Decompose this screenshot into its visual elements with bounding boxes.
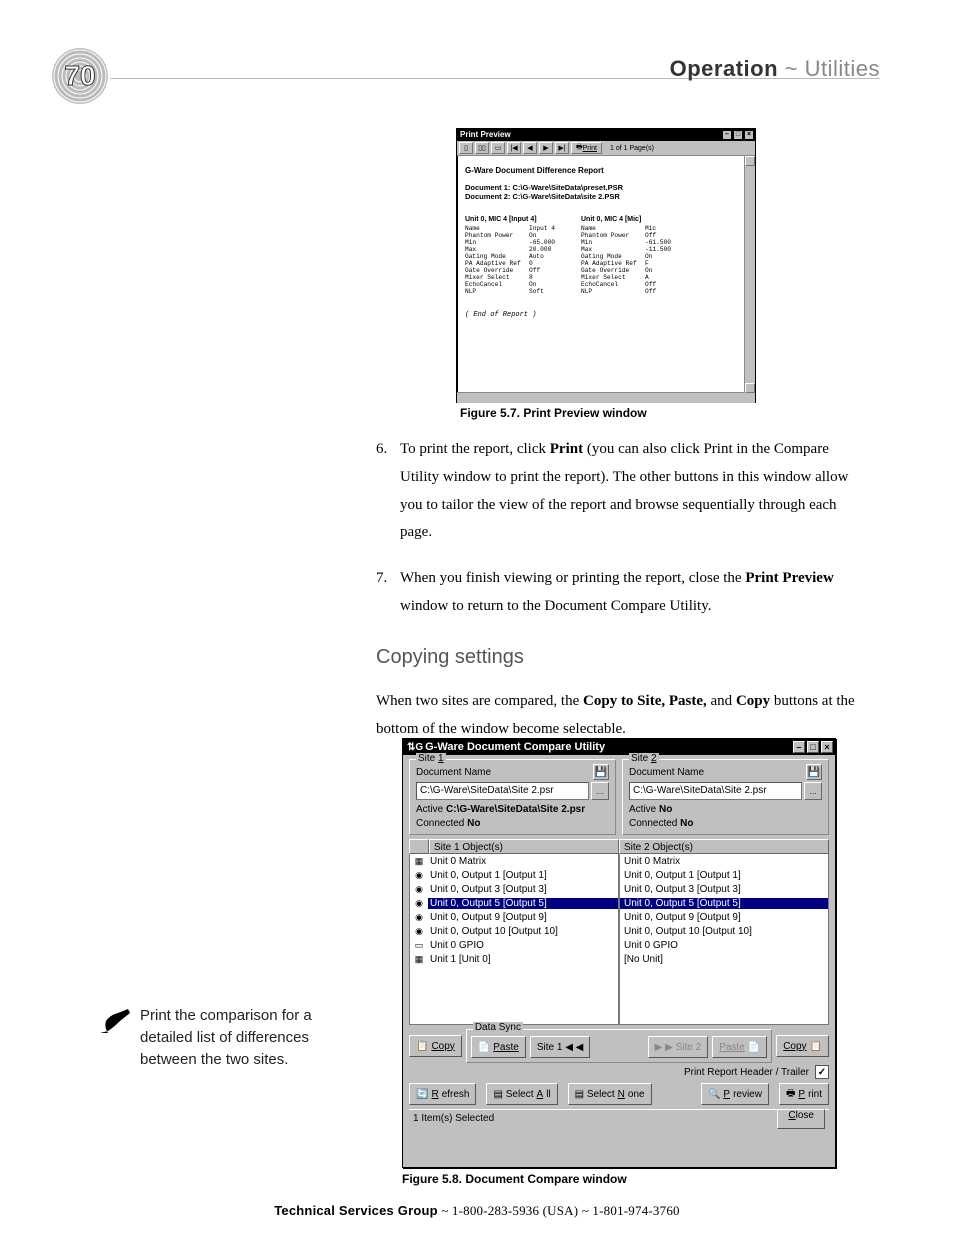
margin-note: Print the comparison for a detailed list… xyxy=(98,1005,358,1070)
doc2-path: Document 2: C:\G-Ware\SiteData\site 2.PS… xyxy=(465,192,747,201)
site2-path-input[interactable]: C:\G-Ware\SiteData\Site 2.psr xyxy=(629,782,802,800)
figure-caption-5-8: Figure 5.8. Document Compare window xyxy=(402,1172,627,1186)
site2-sync-button[interactable]: ▶ ▶ Site 2 xyxy=(648,1036,709,1058)
page-title: Operation ~ Utilities xyxy=(670,56,880,82)
window-titlebar[interactable]: Print Preview – □ × xyxy=(457,129,755,141)
doc-name-label: Document Name xyxy=(629,767,704,778)
site1-sync-button[interactable]: Site 1 ◀ ◀ xyxy=(530,1036,591,1058)
site2-panel: Site 2 Document Name 💾 C:\G-Ware\SiteDat… xyxy=(622,759,829,835)
save-icon[interactable]: 💾 xyxy=(806,764,822,780)
end-of-report: ( End of Report ) xyxy=(465,311,747,319)
print-header-trailer-label: Print Report Header / Trailer xyxy=(684,1067,809,1078)
site1-path-input[interactable]: C:\G-Ware\SiteData\Site 2.psr xyxy=(416,782,589,800)
horizontal-scrollbar[interactable] xyxy=(457,392,745,403)
site1-panel: Site 1 Document Name 💾 C:\G-Ware\SiteDat… xyxy=(409,759,616,835)
step-number: 6. xyxy=(376,436,400,547)
body-text: 6. To print the report, click Print (you… xyxy=(376,436,866,639)
zoom-fit-icon[interactable]: ▭ xyxy=(491,142,505,154)
list-item[interactable]: ◉Unit 0, Output 5 [Output 5] xyxy=(410,896,618,910)
last-page-icon[interactable]: ▶| xyxy=(555,142,569,154)
data-sync-legend: Data Sync xyxy=(473,1022,523,1033)
list-item[interactable]: ▦Unit 0 Matrix xyxy=(410,854,618,868)
list-item[interactable]: ◉Unit 0, Output 1 [Output 1] xyxy=(410,868,618,882)
preview-canvas: G-Ware Document Difference Report Docume… xyxy=(457,156,755,403)
refresh-button[interactable]: 🔄 Refresh xyxy=(409,1083,476,1105)
prev-page-icon[interactable]: ◀ xyxy=(523,142,537,154)
maximize-icon[interactable]: □ xyxy=(807,741,819,753)
site2-objects-header[interactable]: Site 2 Object(s) xyxy=(619,839,829,854)
site2-list: Site 2 Object(s) Unit 0 MatrixUnit 0, Ou… xyxy=(619,839,829,1025)
col-left-heading: Unit 0, MIC 4 [Input 4] xyxy=(465,216,555,223)
print-preview-window: Print Preview – □ × ▯ ▯▯ ▭ |◀ ◀ ▶ ▶| 🖶 P… xyxy=(456,128,756,403)
list-item[interactable]: Unit 0 Matrix xyxy=(620,854,828,868)
compare-window: ⇅GG-Ware Document Compare Utility – □ × … xyxy=(402,738,836,1168)
list-item[interactable]: Unit 0, Output 1 [Output 1] xyxy=(620,868,828,882)
report-title: G-Ware Document Difference Report xyxy=(465,166,747,175)
close-icon[interactable]: × xyxy=(821,741,833,753)
zoom-two-icon[interactable]: ▯▯ xyxy=(475,142,489,154)
doc1-path: Document 1: C:\G-Ware\SiteData\preset.PS… xyxy=(465,183,747,192)
toolbar: ▯ ▯▯ ▭ |◀ ◀ ▶ ▶| 🖶 Print 1 of 1 Page(s) xyxy=(457,141,755,156)
print-header-trailer-checkbox[interactable]: ✓ xyxy=(815,1065,829,1079)
close-button[interactable]: Close xyxy=(777,1109,825,1129)
list-item[interactable]: Unit 0, Output 5 [Output 5] xyxy=(620,896,828,910)
data-sync-group: Data Sync 📄 Paste Site 1 ◀ ◀ ▶ ▶ Site 2 … xyxy=(466,1029,772,1063)
list-item[interactable]: ◉Unit 0, Output 10 [Output 10] xyxy=(410,924,618,938)
window-title: Print Preview xyxy=(460,130,511,139)
margin-note-text: Print the comparison for a detailed list… xyxy=(140,1005,358,1070)
paste-right-button[interactable]: Paste 📄 xyxy=(712,1036,767,1058)
page-count-label: 1 of 1 Page(s) xyxy=(610,145,654,152)
status-text: 1 Item(s) Selected xyxy=(413,1113,494,1124)
site1-objects-header[interactable]: Site 1 Object(s) xyxy=(429,839,619,854)
paste-left-button[interactable]: 📄 Paste xyxy=(471,1036,526,1058)
select-all-button[interactable]: ▤ Select All xyxy=(486,1083,557,1105)
page-number-badge: 70 xyxy=(52,48,108,104)
list-item[interactable]: ▦Unit 1 [Unit 0] xyxy=(410,952,618,966)
list-item[interactable]: Unit 0, Output 10 [Output 10] xyxy=(620,924,828,938)
print-button[interactable]: 🖶 Print xyxy=(779,1083,829,1105)
list-item[interactable]: ▭Unit 0 GPIO xyxy=(410,938,618,952)
browse-button[interactable]: … xyxy=(804,782,822,800)
icon-column-header[interactable] xyxy=(409,839,429,854)
next-page-icon[interactable]: ▶ xyxy=(539,142,553,154)
list-item[interactable]: Unit 0, Output 9 [Output 9] xyxy=(620,910,828,924)
preview-button[interactable]: 🔍 Preview xyxy=(701,1083,769,1105)
list-item[interactable]: Unit 0 GPIO xyxy=(620,938,828,952)
list-item[interactable]: Unit 0, Output 3 [Output 3] xyxy=(620,882,828,896)
list-item[interactable]: ◉Unit 0, Output 3 [Output 3] xyxy=(410,882,618,896)
step-number: 7. xyxy=(376,565,400,621)
col-right-heading: Unit 0, MIC 4 [Mic] xyxy=(581,216,671,223)
doc-name-label: Document Name xyxy=(416,767,491,778)
list-item[interactable]: ◉Unit 0, Output 9 [Output 9] xyxy=(410,910,618,924)
select-none-button[interactable]: ▤ Select None xyxy=(568,1083,652,1105)
subheading: Copying settings xyxy=(376,646,524,669)
window-title: G-Ware Document Compare Utility xyxy=(425,741,605,753)
browse-button[interactable]: … xyxy=(591,782,609,800)
save-icon[interactable]: 💾 xyxy=(593,764,609,780)
copy-left-button[interactable]: 📋 Copy xyxy=(409,1035,462,1057)
site1-list: Site 1 Object(s) ▦Unit 0 Matrix◉Unit 0, … xyxy=(409,839,619,1025)
minimize-icon[interactable]: – xyxy=(722,130,732,140)
zoom-whole-icon[interactable]: ▯ xyxy=(459,142,473,154)
print-button[interactable]: 🖶 Print xyxy=(571,142,602,154)
window-titlebar[interactable]: ⇅GG-Ware Document Compare Utility – □ × xyxy=(403,739,835,755)
figure-caption-5-7: Figure 5.7. Print Preview window xyxy=(460,406,647,420)
close-icon[interactable]: × xyxy=(744,130,754,140)
intro-paragraph: When two sites are compared, the Copy to… xyxy=(376,688,866,744)
hand-write-icon xyxy=(98,1007,132,1035)
copy-right-button[interactable]: Copy 📋 xyxy=(776,1035,829,1057)
first-page-icon[interactable]: |◀ xyxy=(507,142,521,154)
maximize-icon[interactable]: □ xyxy=(733,130,743,140)
minimize-icon[interactable]: – xyxy=(793,741,805,753)
page-footer: Technical Services Group ~ 1-800-283-593… xyxy=(0,1203,954,1219)
vertical-scrollbar[interactable] xyxy=(744,156,755,403)
page-number: 70 xyxy=(64,60,95,92)
list-item[interactable]: [No Unit] xyxy=(620,952,828,966)
